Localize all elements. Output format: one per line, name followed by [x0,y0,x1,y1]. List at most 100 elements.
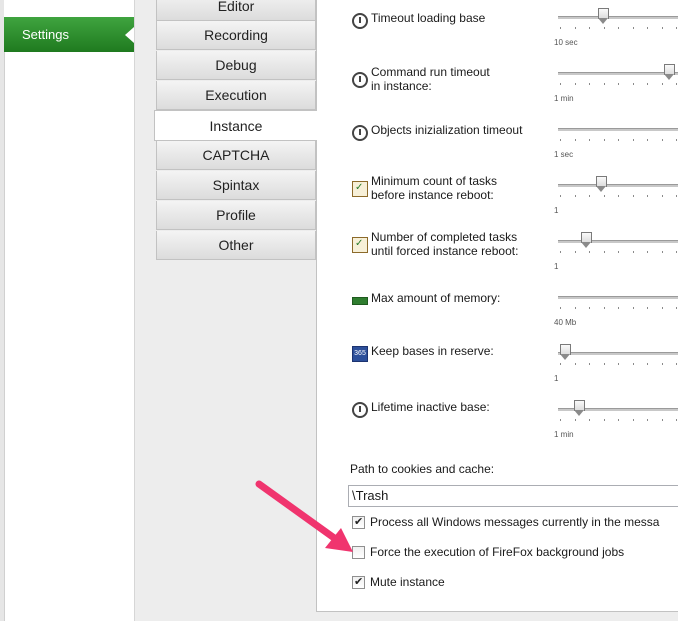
slider-min-label: 1 min [554,430,574,439]
slider-track [558,128,678,131]
slider-keep-bases-reserve[interactable] [558,343,678,365]
tab-label: Other [218,237,254,253]
slider-tick [632,83,634,85]
slider-ticks [558,419,678,423]
slider-tick [589,419,590,421]
tab-execution[interactable]: Execution [156,81,316,110]
tab-recording[interactable]: Recording [156,21,316,50]
slider-tick [647,83,648,85]
slider-tick [603,27,605,29]
setting-label: Keep bases in reserve: [371,344,494,358]
slider-tick [618,251,619,253]
slider-ticks [558,363,678,367]
tab-debug[interactable]: Debug [156,51,316,80]
setting-label-line1: Number of completed tasks [371,230,518,244]
slider-tick [589,83,590,85]
slider-min-label: 1 [554,374,559,383]
slider-tick [661,83,663,85]
slider-tick [560,307,561,309]
tab-profile[interactable]: Profile [156,201,316,230]
slider-timeout-loading-base[interactable] [558,7,678,29]
slider-completed-tasks-reboot[interactable] [558,231,678,253]
slider-tick [560,195,561,197]
slider-tick [618,307,619,309]
clock-icon [352,125,368,141]
database-icon: 365 [352,346,368,362]
slider-tick [632,139,634,141]
slider-tick [661,307,663,309]
slider-command-run-timeout[interactable] [558,63,678,85]
slider-thumb-tip [581,242,591,248]
slider-min-label: 1 [554,206,559,215]
tab-spintax[interactable]: Spintax [156,171,316,200]
slider-track [558,296,678,299]
slider-thumb[interactable] [598,8,609,25]
setting-label: Lifetime inactive base: [371,400,490,414]
slider-track [558,16,678,19]
tab-label: Recording [204,27,268,43]
slider-tick [618,83,619,85]
slider-tick [560,419,561,421]
left-pane-edge [0,0,5,621]
slider-tick [661,419,663,421]
panel-bottom-strip [316,612,678,621]
slider-min-tasks-before-reboot[interactable] [558,175,678,197]
slider-tick [603,251,605,253]
slider-tick [661,195,663,197]
slider-min-label: 1 [554,262,559,271]
clock-icon [352,13,368,29]
slider-thumb[interactable] [596,176,607,193]
slider-thumb[interactable] [581,232,592,249]
slider-track [558,240,678,243]
slider-tick [560,27,561,29]
annotation-arrow-icon [255,480,353,552]
setting-label: Max amount of memory: [371,291,501,305]
slider-tick [574,251,576,253]
slider-tick [589,363,590,365]
setting-label: Timeout loading base [371,11,486,25]
slider-tick [647,419,648,421]
left-nav-pane: Settings [0,0,135,621]
clock-icon [352,72,368,88]
slider-tick [632,419,634,421]
slider-max-memory[interactable] [558,287,678,309]
slider-track [558,72,678,75]
slider-tick [632,363,634,365]
cookies-path-input[interactable]: \Trash [348,485,678,507]
slider-thumb[interactable] [574,400,585,417]
checkbox-label: Force the execution of FireFox backgroun… [370,545,625,559]
tab-label: Editor [217,0,255,14]
slider-tick [676,195,677,197]
tab-label: Debug [215,57,257,73]
checkbox-box[interactable] [352,575,365,589]
tab-editor[interactable]: Editor [156,0,316,21]
slider-tick [676,251,677,253]
slider-tick [647,363,648,365]
tab-other[interactable]: Other [156,231,316,260]
slider-objects-init-timeout[interactable] [558,119,678,141]
slider-thumb[interactable] [560,344,571,361]
slider-tick [618,363,619,365]
slider-tick [661,139,663,141]
slider-ticks [558,251,678,255]
slider-track [558,184,678,187]
tab-label: Spintax [212,177,260,193]
cookies-path-label: Path to cookies and cache: [350,462,495,476]
slider-tick [647,195,648,197]
slider-lifetime-inactive-base[interactable] [558,399,678,421]
slider-tick [560,251,561,253]
slider-thumb[interactable] [664,64,675,81]
slider-tick [589,195,590,197]
slider-tick [603,363,605,365]
tab-captcha[interactable]: CAPTCHA [156,141,316,170]
slider-tick [560,139,561,141]
setting-label-line1: Command run timeout [371,65,490,79]
slider-tick [661,363,663,365]
slider-tick [661,27,663,29]
slider-tick [589,27,590,29]
divider-area [135,0,155,621]
slider-ticks [558,307,678,311]
tab-instance[interactable]: Instance [154,110,317,141]
nav-item-settings[interactable]: Settings [4,17,134,52]
slider-ticks [558,83,678,87]
